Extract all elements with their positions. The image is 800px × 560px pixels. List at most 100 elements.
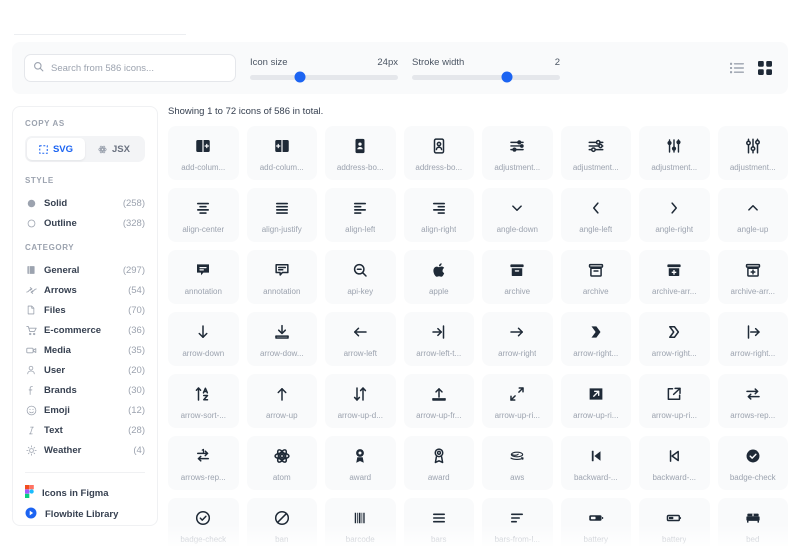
icon-cell[interactable]: arrow-right... (639, 312, 710, 366)
icon-cell[interactable]: angle-left (560, 188, 631, 242)
icon-cell[interactable]: arrow-up-fr... (403, 374, 474, 428)
icon-size-slider[interactable] (250, 71, 398, 83)
category-item-brands[interactable]: Brands (30) (25, 380, 145, 400)
icon-cell[interactable]: arrow-up-d... (325, 374, 396, 428)
link-github-repository[interactable]: GitHub Repository (25, 525, 145, 526)
icon-name: align-right (421, 224, 457, 234)
icon-cell[interactable]: adjustment... (717, 126, 788, 180)
icon-cell[interactable]: add-colum... (246, 126, 317, 180)
icon-name: adjustment... (651, 162, 698, 172)
search-input[interactable] (51, 62, 227, 74)
style-item-solid[interactable]: Solid (258) (25, 193, 145, 213)
icon-cell[interactable]: backward-... (639, 436, 710, 490)
icon-cell[interactable]: api-key (325, 250, 396, 304)
grid-view-icon[interactable] (758, 61, 772, 75)
arrow-left-icon (351, 321, 369, 343)
icon-cell[interactable]: adjustment... (639, 126, 710, 180)
icon-cell[interactable]: apple (403, 250, 474, 304)
icon-cell[interactable]: arrow-left (325, 312, 396, 366)
icon-cell[interactable]: aws (482, 436, 553, 490)
icon-cell[interactable]: badge-check (717, 436, 788, 490)
icon-size-slider-thumb[interactable] (294, 71, 306, 83)
category-item-files[interactable]: Files (70) (25, 300, 145, 320)
icon-cell[interactable]: bed (717, 498, 788, 546)
icon-cell[interactable]: bars-from-l... (482, 498, 553, 546)
icon-cell[interactable]: adjustment... (482, 126, 553, 180)
icon-cell[interactable]: battery (560, 498, 631, 546)
icon-cell[interactable]: arrow-right... (717, 312, 788, 366)
link-flowbite-library[interactable]: Flowbite Library (25, 504, 145, 525)
category-item-text[interactable]: Text (28) (25, 420, 145, 440)
icon-name: adjustment... (494, 162, 541, 172)
stroke-width-slider-thumb[interactable] (501, 71, 513, 83)
icon-cell[interactable]: arrow-dow... (246, 312, 317, 366)
category-item-arrows[interactable]: Arrows (54) (25, 280, 145, 300)
bars-from-left-icon (508, 507, 526, 529)
icon-cell[interactable]: angle-up (717, 188, 788, 242)
icon-cell[interactable]: angle-down (482, 188, 553, 242)
icon-cell[interactable]: badge-check (168, 498, 239, 546)
icon-cell[interactable]: ban (246, 498, 317, 546)
icon-cell[interactable]: annotation (246, 250, 317, 304)
icon-cell[interactable]: arrow-left-t... (403, 312, 474, 366)
category-item-weather[interactable]: Weather (4) (25, 440, 145, 460)
icon-cell[interactable]: address-bo... (403, 126, 474, 180)
icon-cell[interactable]: arrow-right... (560, 312, 631, 366)
icon-name: arrow-dow... (259, 348, 304, 358)
icon-cell[interactable]: add-colum... (168, 126, 239, 180)
list-view-icon[interactable] (730, 61, 744, 75)
icon-cell[interactable]: archive-arr... (639, 250, 710, 304)
category-item-user[interactable]: User (20) (25, 360, 145, 380)
icon-cell[interactable]: annotation (168, 250, 239, 304)
icon-cell[interactable]: angle-right (639, 188, 710, 242)
icon-cell[interactable]: align-left (325, 188, 396, 242)
icon-name: arrow-up-ri... (651, 410, 697, 420)
icon-cell[interactable]: archive-arr... (717, 250, 788, 304)
category-item-general[interactable]: General (297) (25, 260, 145, 280)
badge-check-outline-icon (194, 507, 212, 529)
icon-cell[interactable]: arrow-up-ri... (639, 374, 710, 428)
category-item-media[interactable]: Media (35) (25, 340, 145, 360)
icon-name: adjustment... (729, 162, 776, 172)
add-column-before-icon (273, 135, 291, 157)
icon-cell[interactable]: align-right (403, 188, 474, 242)
link-icons-in-figma[interactable]: Icons in Figma (25, 483, 145, 504)
icon-cell[interactable]: arrows-rep... (168, 436, 239, 490)
angle-up-icon (744, 197, 762, 219)
icon-cell[interactable]: arrow-right (482, 312, 553, 366)
icon-cell[interactable]: arrow-sort-... (168, 374, 239, 428)
icon-cell[interactable]: align-center (168, 188, 239, 242)
stroke-width-slider[interactable] (412, 71, 560, 83)
italic-icon (25, 425, 37, 436)
search-field[interactable] (24, 54, 236, 82)
icon-cell[interactable]: archive (482, 250, 553, 304)
icon-cell[interactable]: award (325, 436, 396, 490)
book-icon (25, 265, 37, 275)
category-item-emoji[interactable]: Emoji (12) (25, 400, 145, 420)
icon-cell[interactable]: battery (639, 498, 710, 546)
icon-cell[interactable]: award (403, 436, 474, 490)
icon-cell[interactable]: arrow-up (246, 374, 317, 428)
icon-cell[interactable]: arrow-up-ri... (482, 374, 553, 428)
arrow-right-from-bracket-icon (744, 321, 762, 343)
icon-cell[interactable]: bars (403, 498, 474, 546)
icon-cell[interactable]: align-justify (246, 188, 317, 242)
category-item-ecommerce[interactable]: E-commerce (36) (25, 320, 145, 340)
icon-cell[interactable]: arrows-rep... (717, 374, 788, 428)
copy-as-svg-button[interactable]: SVG (27, 138, 85, 160)
copy-as-jsx-button[interactable]: JSX (85, 138, 143, 160)
icon-cell[interactable]: arrow-up-ri... (560, 374, 631, 428)
icon-cell[interactable]: arrow-down (168, 312, 239, 366)
arrow-right-icon (508, 321, 526, 343)
icon-cell[interactable]: atom (246, 436, 317, 490)
icon-cell[interactable]: archive (560, 250, 631, 304)
icon-cell[interactable]: adjustment... (560, 126, 631, 180)
icon-cell[interactable]: barcode (325, 498, 396, 546)
category-arrows-count: (54) (128, 284, 145, 296)
style-item-outline[interactable]: Outline (328) (25, 213, 145, 233)
icon-name: arrow-right (498, 348, 537, 358)
icon-cell[interactable]: address-bo... (325, 126, 396, 180)
icon-cell[interactable]: backward-... (560, 436, 631, 490)
icon-name: apple (428, 286, 449, 296)
